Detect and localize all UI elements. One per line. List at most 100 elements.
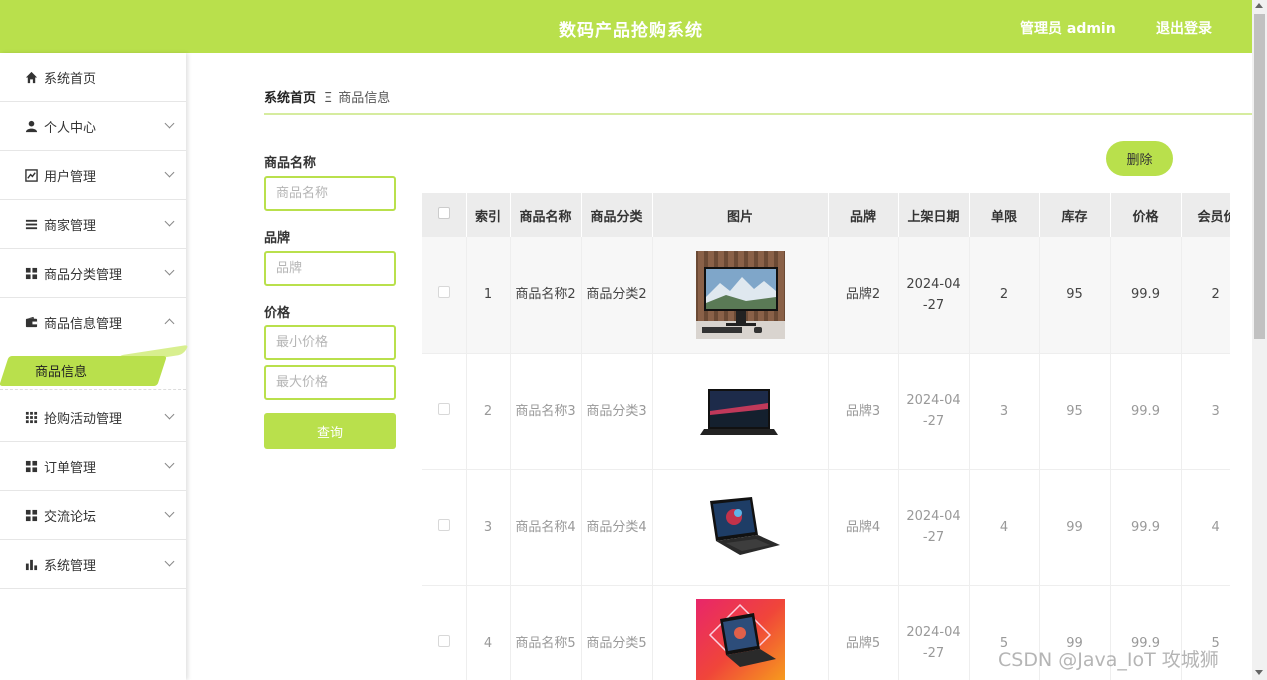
column-header: 商品名称 xyxy=(510,193,582,237)
row-checkbox[interactable] xyxy=(437,634,450,647)
top-header: 数码产品抢购系统 管理员 admin 退出登录 xyxy=(0,0,1252,53)
column-header: 库存 xyxy=(1039,193,1111,237)
user-icon xyxy=(24,119,38,133)
sidebar-subitem-product-info[interactable]: 商品信息 xyxy=(0,344,190,390)
chevron-down-icon xyxy=(164,265,175,276)
cell-name: 商品名称3 xyxy=(510,353,582,470)
column-header: 商品分类 xyxy=(581,193,653,237)
cell-name: 商品名称5 xyxy=(510,585,582,680)
cell-brand: 品牌5 xyxy=(828,585,899,680)
cell-member-price: 4 xyxy=(1181,469,1230,586)
breadcrumb-home[interactable]: 系统首页 xyxy=(264,91,316,106)
scrollbar-thumb[interactable] xyxy=(1254,14,1265,339)
cell-price: 99.9 xyxy=(1110,353,1182,470)
gaming-laptop-image xyxy=(695,483,785,571)
chevron-up-icon xyxy=(164,318,175,329)
column-header: 单限 xyxy=(969,193,1040,237)
table-row[interactable]: 1 商品名称2 商品分类2 品牌2 2024-04-27 2 95 99.9 2 xyxy=(422,237,1230,354)
min-price-input[interactable] xyxy=(264,325,396,360)
brand-label: 品牌 xyxy=(264,231,291,246)
sidebar-item-flash-sales[interactable]: 抢购活动管理 xyxy=(0,393,186,442)
cell-category: 商品分类2 xyxy=(581,237,653,354)
chevron-down-icon xyxy=(164,458,175,469)
cell-date: 2024-04-27 xyxy=(898,353,970,470)
cell-price: 99.9 xyxy=(1110,469,1182,586)
home-icon xyxy=(24,70,38,84)
grid-icon xyxy=(24,508,38,522)
max-price-input[interactable] xyxy=(264,365,396,400)
cell-price: 99.9 xyxy=(1110,237,1182,354)
cell-brand: 品牌2 xyxy=(828,237,899,354)
sidebar-item-system[interactable]: 系统管理 xyxy=(0,540,186,589)
cell-category: 商品分类3 xyxy=(581,353,653,470)
sidebar-item-categories[interactable]: 商品分类管理 xyxy=(0,249,186,298)
sidebar-item-label: 个人中心 xyxy=(44,120,97,136)
cell-index: 4 xyxy=(466,585,511,680)
sidebar-item-merchants[interactable]: 商家管理 xyxy=(0,200,186,249)
cell-limit: 2 xyxy=(969,237,1040,354)
chevron-down-icon xyxy=(164,167,175,178)
query-button[interactable]: 查询 xyxy=(264,413,396,449)
grid-icon xyxy=(24,266,38,280)
cell-name: 商品名称2 xyxy=(510,237,582,354)
product-table: 索引 商品名称 商品分类 图片 品牌 上架日期 单限 库存 价格 会员价 1 商… xyxy=(422,193,1230,680)
cell-category: 商品分类4 xyxy=(581,469,653,586)
cell-index: 2 xyxy=(466,353,511,470)
cell-brand: 品牌3 xyxy=(828,353,899,470)
admin-label: 管理员 admin xyxy=(1020,21,1116,37)
brand-search-input[interactable] xyxy=(264,251,396,286)
apps-icon xyxy=(24,410,38,424)
cell-date: 2024-04-27 xyxy=(898,469,970,586)
row-checkbox[interactable] xyxy=(437,402,450,415)
delete-button[interactable]: 删除 xyxy=(1106,141,1173,176)
breadcrumb: 系统首页 Ξ 商品信息 xyxy=(264,87,390,106)
cell-brand: 品牌4 xyxy=(828,469,899,586)
header-select-all[interactable] xyxy=(422,193,467,237)
cell-date: 2024-04-27 xyxy=(898,585,970,680)
cell-stock: 95 xyxy=(1039,237,1111,354)
cell-category: 商品分类5 xyxy=(581,585,653,680)
cell-stock: 99 xyxy=(1039,469,1111,586)
vertical-scrollbar[interactable] xyxy=(1252,0,1267,680)
watermark: CSDN @Java_IoT 攻城狮 xyxy=(998,649,1219,671)
column-header: 图片 xyxy=(652,193,829,237)
sidebar-item-forum[interactable]: 交流论坛 xyxy=(0,491,186,540)
sidebar-item-orders[interactable]: 订单管理 xyxy=(0,442,186,491)
cell-limit: 3 xyxy=(969,353,1040,470)
cell-limit: 4 xyxy=(969,469,1040,586)
cell-stock: 95 xyxy=(1039,353,1111,470)
chevron-down-icon xyxy=(164,409,175,420)
name-search-input[interactable] xyxy=(264,176,396,211)
laptop-image xyxy=(695,367,785,455)
sidebar: 系统首页 个人中心 用户管理 商家管理 商品分类管理 商品信息管理 商品信息 抢… xyxy=(0,53,190,680)
column-header: 价格 xyxy=(1110,193,1182,237)
table-row[interactable]: 3 商品名称4 商品分类4 品牌4 2024-04-27 4 99 99.9 4 xyxy=(422,469,1230,586)
cell-index: 1 xyxy=(466,237,511,354)
logout-button[interactable]: 退出登录 xyxy=(1156,18,1212,38)
sidebar-item-products[interactable]: 商品信息管理 xyxy=(0,298,186,347)
breadcrumb-current: 商品信息 xyxy=(338,91,391,106)
row-checkbox[interactable] xyxy=(437,286,450,299)
scroll-up-icon[interactable] xyxy=(1255,3,1263,8)
price-label: 价格 xyxy=(264,306,291,321)
sidebar-item-users[interactable]: 用户管理 xyxy=(0,151,186,200)
chevron-down-icon xyxy=(164,507,175,518)
column-header: 品牌 xyxy=(828,193,899,237)
sidebar-item-profile[interactable]: 个人中心 xyxy=(0,102,186,151)
table-header-row: 索引 商品名称 商品分类 图片 品牌 上架日期 单限 库存 价格 会员价 xyxy=(422,193,1230,237)
sidebar-item-label: 系统管理 xyxy=(44,558,97,574)
grid-icon xyxy=(24,459,38,473)
row-checkbox[interactable] xyxy=(437,518,450,531)
column-header: 上架日期 xyxy=(898,193,970,237)
select-all-checkbox[interactable] xyxy=(437,207,450,219)
sidebar-item-home[interactable]: 系统首页 xyxy=(0,53,186,102)
name-label: 商品名称 xyxy=(264,156,317,171)
sidebar-item-label: 商品分类管理 xyxy=(44,267,123,283)
cell-member-price: 2 xyxy=(1181,237,1230,354)
table-row[interactable]: 2 商品名称3 商品分类3 品牌3 2024-04-27 3 95 99.9 3 xyxy=(422,353,1230,470)
scroll-down-icon[interactable] xyxy=(1255,670,1263,675)
monitor-image xyxy=(695,250,785,339)
chart-line-icon xyxy=(24,168,38,182)
sidebar-item-label: 系统首页 xyxy=(44,71,97,87)
breadcrumb-separator: Ξ xyxy=(324,91,333,106)
